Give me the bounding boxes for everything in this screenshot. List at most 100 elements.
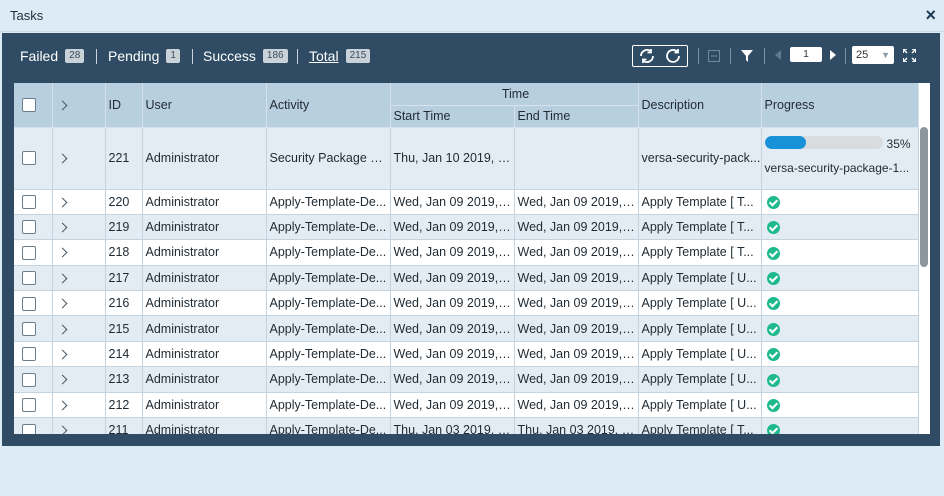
filter-icon[interactable]: [739, 48, 755, 64]
chevron-right-icon[interactable]: [57, 349, 67, 360]
table-row[interactable]: 218 Administrator Apply-Template-De... Wed,…: [14, 239, 919, 266]
chevron-right-icon[interactable]: [57, 153, 67, 164]
chevron-right-icon[interactable]: [57, 425, 67, 434]
table-row[interactable]: 215 Administrator Apply-Template-De... Wed,…: [14, 315, 919, 342]
cell-user: Administrator: [142, 392, 267, 419]
cell-start-time: Wed, Jan 09 2019, 2...: [390, 189, 515, 215]
cell-progress: 35% versa-security-package-1...: [761, 127, 919, 190]
cell-end-time: Wed, Jan 09 2019, 0...: [514, 315, 639, 342]
table-row[interactable]: 211 Administrator Apply-Template-De... Thu,…: [14, 417, 919, 434]
divider: [764, 48, 765, 64]
chevron-right-icon[interactable]: [57, 298, 67, 309]
success-check-icon: [766, 398, 780, 412]
collapse-all-icon[interactable]: [706, 48, 722, 64]
column-progress[interactable]: Progress: [761, 83, 919, 128]
column-group-time: Time: [390, 83, 639, 106]
cell-end-time: Wed, Jan 09 2019, 0...: [514, 265, 639, 292]
chevron-right-icon[interactable]: [57, 222, 67, 233]
row-checkbox[interactable]: [22, 372, 36, 387]
row-checkbox[interactable]: [22, 423, 36, 434]
page-size-select[interactable]: 25 ▼: [852, 46, 894, 64]
refresh-icon[interactable]: [661, 47, 687, 65]
tasks-grid: ID User Activity Time Description Progre…: [14, 83, 930, 434]
auto-refresh-icon[interactable]: [634, 47, 660, 65]
pending-label: Pending: [108, 48, 160, 64]
row-checkbox[interactable]: [22, 296, 36, 311]
table-row[interactable]: 213 Administrator Apply-Template-De... Wed,…: [14, 366, 919, 393]
cell-select: [14, 239, 53, 266]
tasks-window: Tasks × Failed 28 Pending 1 Success 186 …: [0, 0, 944, 496]
chevron-right-icon[interactable]: [57, 324, 67, 335]
progress-fill: [764, 135, 806, 149]
filter-success[interactable]: Success 186: [203, 48, 288, 64]
success-check-icon: [766, 271, 780, 285]
cell-activity: Security Package D...: [266, 127, 391, 190]
row-checkbox[interactable]: [22, 195, 36, 210]
table-row[interactable]: 217 Administrator Apply-Template-De... Wed,…: [14, 265, 919, 292]
chevron-down-icon: ▼: [881, 50, 890, 60]
cell-expand: [52, 239, 106, 266]
row-checkbox[interactable]: [22, 398, 36, 413]
chevron-right-icon[interactable]: [827, 49, 839, 61]
filter-failed[interactable]: Failed 28: [20, 48, 85, 64]
cell-activity: Apply-Template-De...: [266, 265, 391, 292]
column-description[interactable]: Description: [638, 83, 762, 128]
cell-expand: [52, 189, 106, 215]
cell-end-time: Wed, Jan 09 2019, 0...: [514, 366, 639, 393]
table-row[interactable]: 216 Administrator Apply-Template-De... Wed,…: [14, 290, 919, 317]
cell-expand: [52, 315, 106, 342]
cell-activity: Apply-Template-De...: [266, 239, 391, 266]
chevron-right-icon[interactable]: [57, 100, 67, 111]
row-checkbox[interactable]: [22, 220, 36, 235]
table-row[interactable]: 212 Administrator Apply-Template-De... Wed,…: [14, 392, 919, 419]
chevron-right-icon[interactable]: [57, 273, 67, 284]
cell-id: 213: [105, 366, 143, 393]
cell-id: 221: [105, 127, 143, 190]
expand-icon[interactable]: [901, 47, 917, 63]
cell-end-time: Wed, Jan 09 2019, 0...: [514, 392, 639, 419]
window-title: Tasks: [10, 8, 44, 23]
table-row[interactable]: 219 Administrator Apply-Template-De... Wed,…: [14, 214, 919, 241]
close-icon[interactable]: ×: [925, 6, 936, 24]
vertical-scrollbar[interactable]: [920, 127, 928, 267]
filter-total[interactable]: Total 215: [309, 48, 371, 64]
chevron-right-icon[interactable]: [57, 197, 67, 208]
total-label: Total: [309, 48, 339, 64]
success-check-icon: [766, 424, 780, 434]
row-checkbox[interactable]: [22, 322, 36, 336]
cell-start-time: Wed, Jan 09 2019, 0...: [390, 341, 515, 368]
table-row[interactable]: 214 Administrator Apply-Template-De... Wed,…: [14, 341, 919, 368]
chevron-right-icon[interactable]: [57, 248, 67, 258]
cell-select: [14, 341, 53, 368]
column-start-time[interactable]: Start Time: [390, 105, 515, 128]
success-check-icon: [766, 246, 780, 260]
divider: [730, 48, 731, 64]
chevron-left-icon[interactable]: [772, 49, 784, 61]
divider: [297, 49, 298, 64]
progress-bar: [764, 135, 883, 149]
row-checkbox[interactable]: [22, 245, 36, 260]
row-checkbox[interactable]: [22, 271, 36, 286]
filter-pending[interactable]: Pending 1: [108, 48, 180, 64]
cell-activity: Apply-Template-De...: [266, 341, 391, 368]
cell-description: Apply Template [ U...: [638, 392, 762, 419]
chevron-right-icon[interactable]: [57, 374, 67, 385]
select-all-checkbox[interactable]: [22, 98, 36, 113]
table-row[interactable]: 221 Administrator Security Package D... Thu…: [14, 127, 919, 190]
cell-user: Administrator: [142, 417, 267, 434]
column-user[interactable]: User: [142, 83, 267, 128]
progress-detail: versa-security-package-1...: [764, 160, 910, 175]
column-id[interactable]: ID: [105, 83, 143, 128]
row-checkbox[interactable]: [22, 347, 36, 362]
cell-select: [14, 127, 53, 190]
column-activity[interactable]: Activity: [266, 83, 391, 128]
chevron-right-icon[interactable]: [57, 400, 67, 411]
cell-select: [14, 315, 53, 342]
row-checkbox[interactable]: [22, 151, 36, 166]
cell-end-time: Wed, Jan 09 2019, 0...: [514, 290, 639, 317]
cell-expand: [52, 265, 106, 292]
cell-expand: [52, 214, 106, 241]
column-end-time[interactable]: End Time: [514, 105, 639, 128]
page-number-input[interactable]: [790, 47, 822, 62]
table-row[interactable]: 220 Administrator Apply-Template-De... Wed,…: [14, 189, 919, 215]
